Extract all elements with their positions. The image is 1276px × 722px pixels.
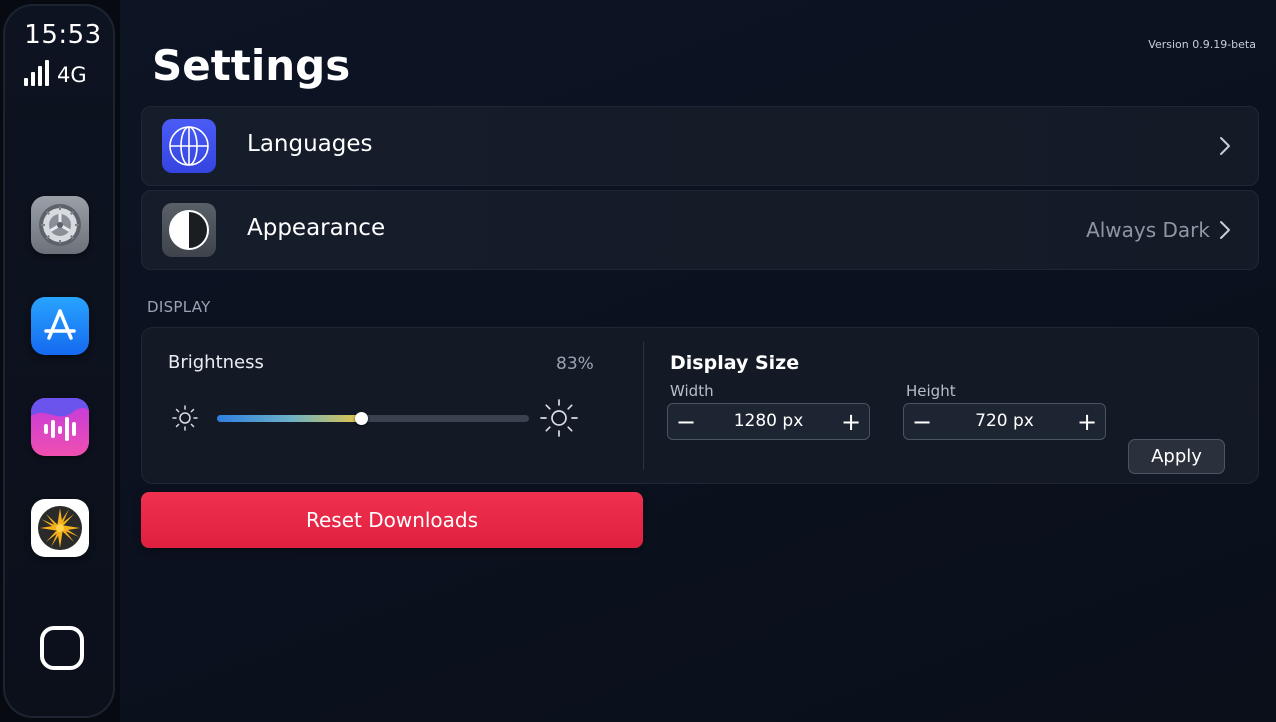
width-stepper: − 1280 px + [667, 403, 870, 440]
height-increment-button[interactable]: + [1069, 404, 1105, 439]
network-type: 4G [57, 63, 87, 87]
sound-wave-icon [31, 398, 89, 441]
sidebar-dock: 15:53 4G [0, 0, 120, 722]
brightness-slider[interactable] [217, 412, 529, 425]
apply-button[interactable]: Apply [1128, 439, 1225, 474]
contrast-icon [162, 203, 216, 257]
page-title: Settings [152, 41, 351, 90]
starburst-app-button[interactable] [31, 499, 89, 557]
signal-status: 4G [24, 60, 87, 86]
brightness-slider-fill [217, 415, 361, 422]
width-value[interactable]: 1280 px [704, 404, 833, 439]
status-clock: 15:53 [24, 20, 102, 50]
height-decrement-button[interactable]: − [904, 404, 940, 439]
gear-icon [39, 204, 81, 246]
app-store-icon [44, 309, 76, 340]
signal-bars-icon [24, 60, 49, 86]
home-square-icon[interactable] [40, 626, 84, 670]
starburst-icon [38, 506, 82, 550]
display-card: Brightness 83% Display Size Width − 1280… [141, 327, 1259, 484]
languages-label: Languages [247, 131, 373, 157]
app-store-button[interactable] [31, 297, 89, 355]
reset-downloads-button[interactable]: Reset Downloads [141, 492, 643, 548]
width-decrement-button[interactable]: − [668, 404, 704, 439]
width-increment-button[interactable]: + [833, 404, 869, 439]
width-label: Width [670, 382, 714, 400]
sun-large-icon [540, 399, 578, 437]
chevron-right-icon [1220, 221, 1230, 239]
appearance-row[interactable]: Appearance Always Dark [141, 190, 1259, 270]
section-divider [643, 342, 644, 470]
height-label: Height [906, 382, 956, 400]
globe-icon [162, 119, 216, 173]
brightness-value: 83% [556, 354, 594, 374]
chevron-right-icon [1220, 137, 1230, 155]
dock-panel: 15:53 4G [3, 4, 115, 718]
version-label: Version 0.9.19-beta [1148, 38, 1256, 51]
height-stepper: − 720 px + [903, 403, 1106, 440]
podcasts-app-button[interactable] [31, 398, 89, 456]
sun-small-icon [172, 405, 198, 431]
brightness-label: Brightness [168, 352, 264, 373]
settings-app-button[interactable] [31, 196, 89, 254]
appearance-label: Appearance [247, 215, 386, 241]
appearance-value: Always Dark [1086, 218, 1210, 242]
height-value[interactable]: 720 px [940, 404, 1069, 439]
display-size-title: Display Size [670, 352, 800, 374]
languages-row[interactable]: Languages [141, 106, 1259, 186]
display-section-label: DISPLAY [147, 298, 211, 316]
brightness-slider-thumb[interactable] [354, 412, 368, 425]
